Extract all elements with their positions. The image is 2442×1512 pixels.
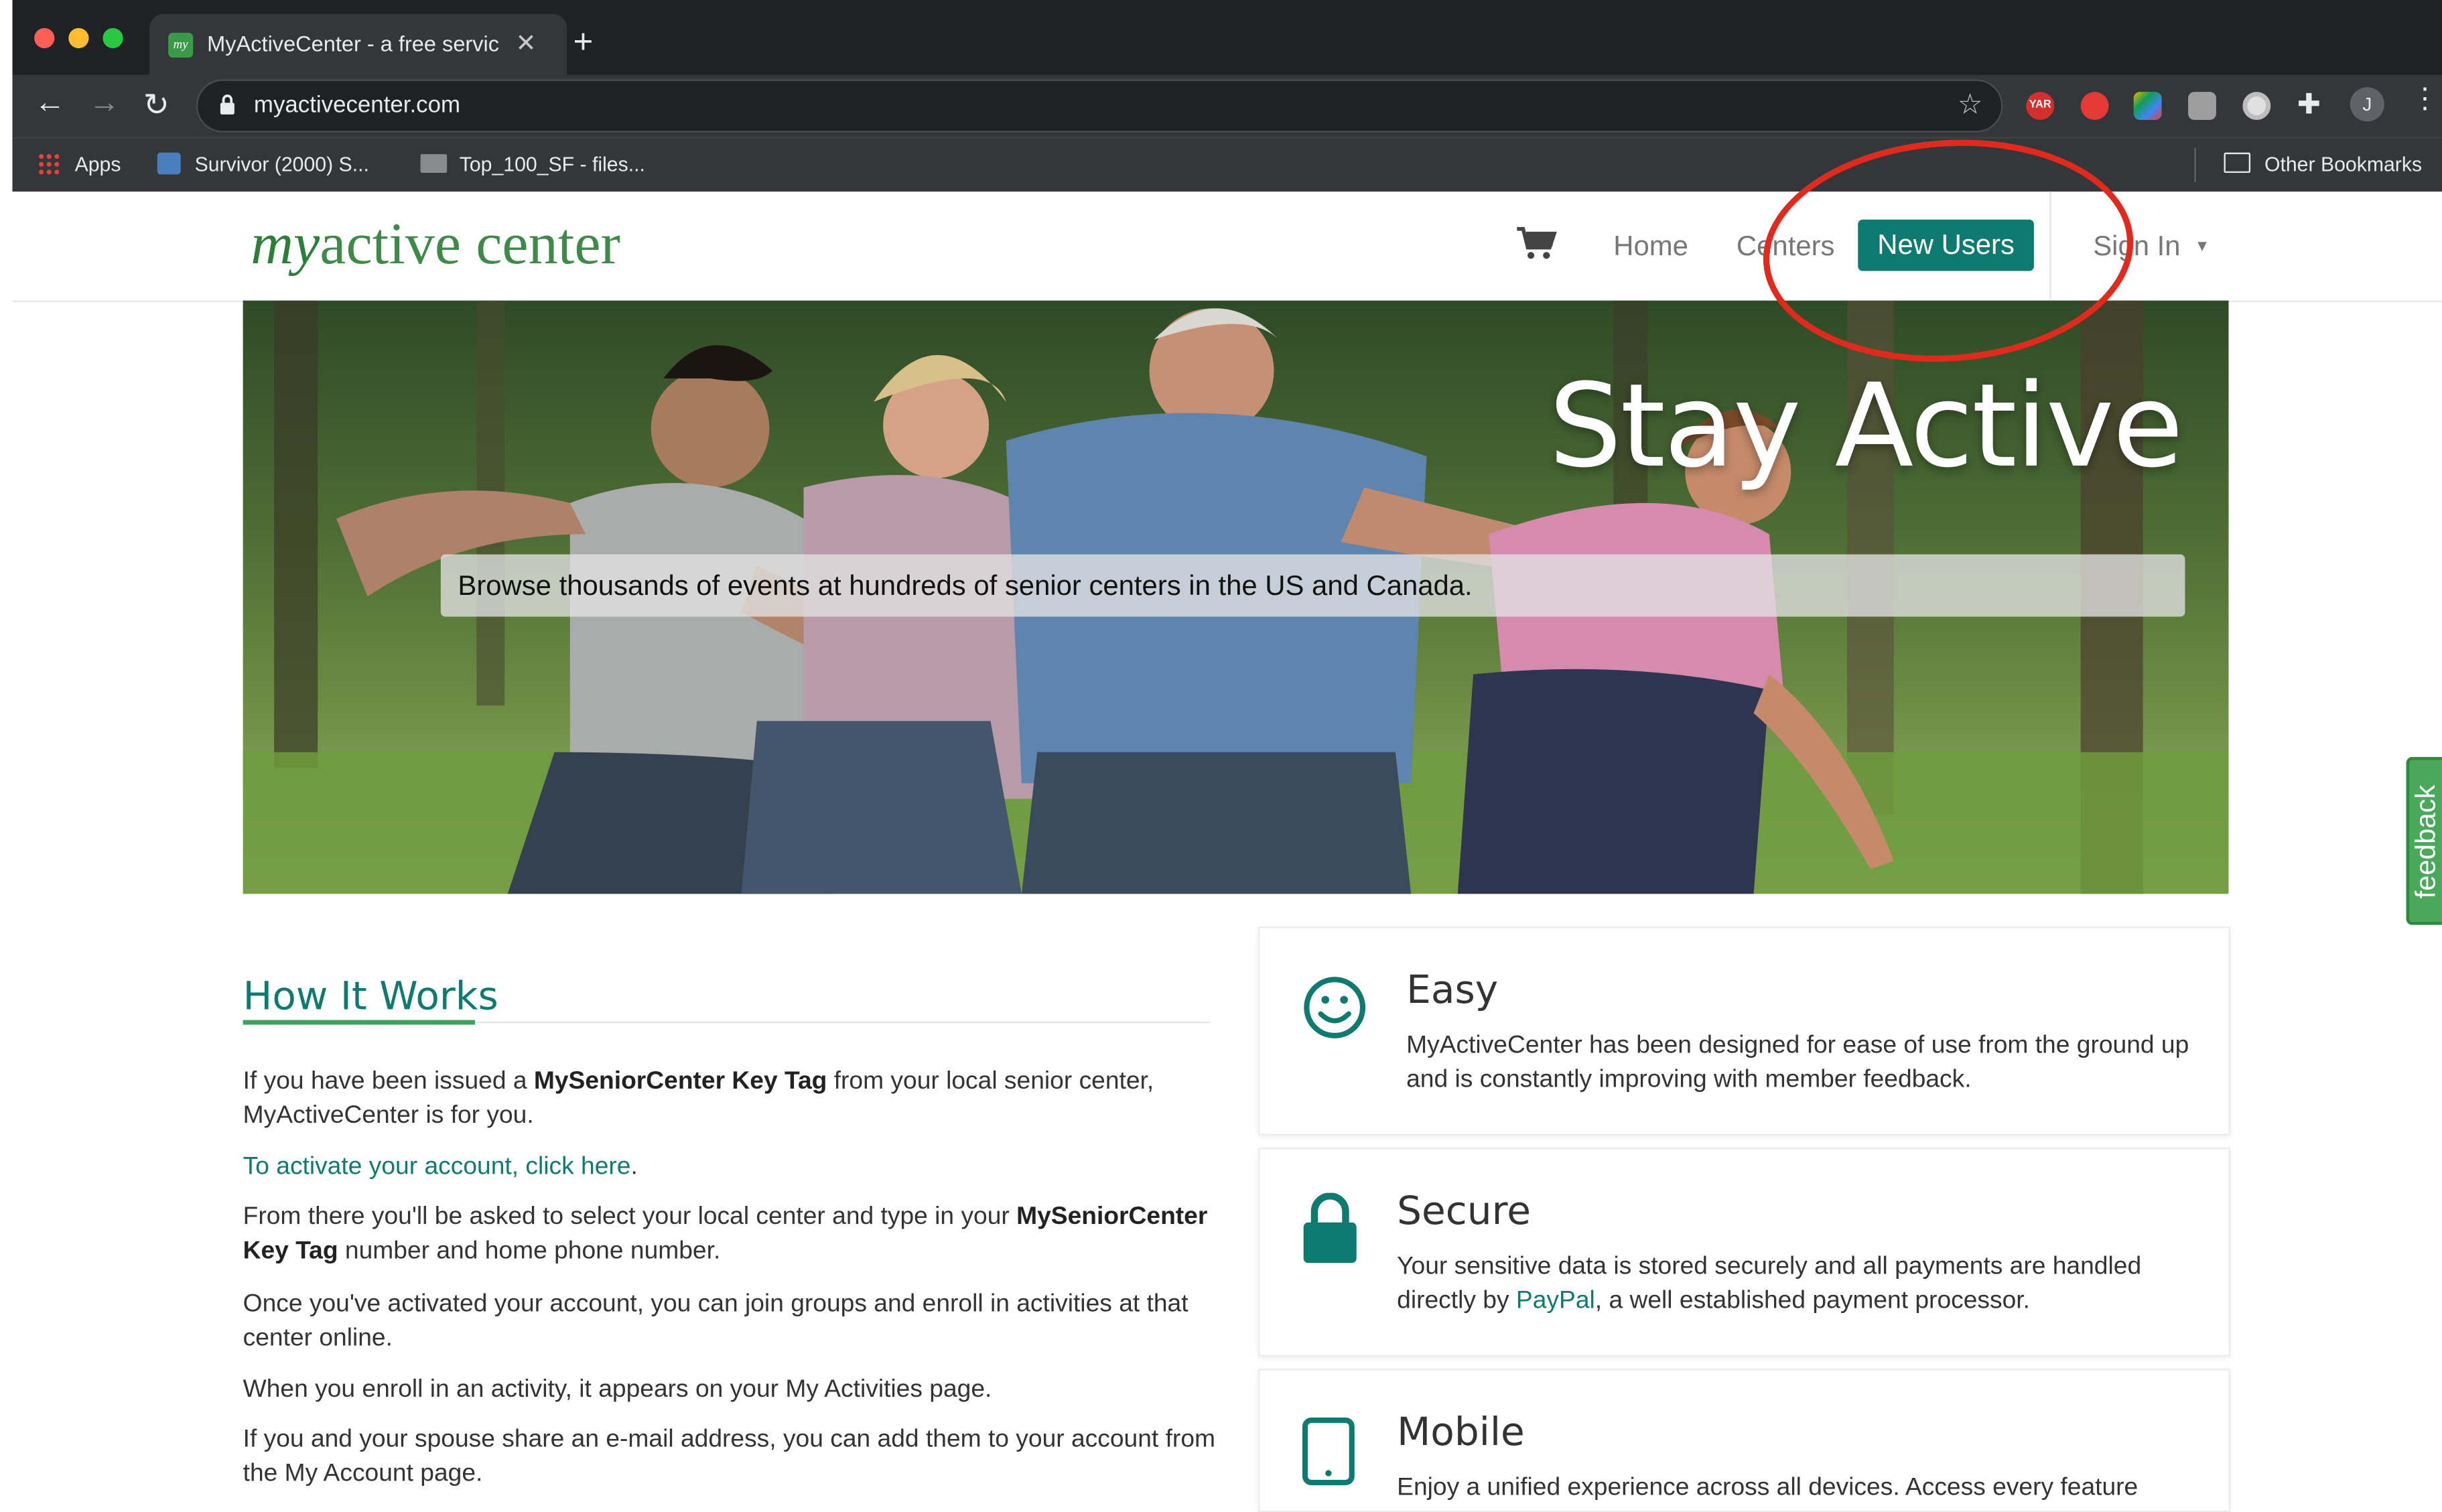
feature-title-mobile: Mobile [1397, 1409, 1525, 1455]
hero-caption: Browse thousands of events at hundreds o… [440, 554, 2185, 617]
feedback-tab[interactable]: feedback [2406, 756, 2442, 925]
caret-down-icon: ▼ [2194, 238, 2210, 256]
reload-icon[interactable]: ↻ [143, 86, 169, 125]
tab-title: MyActiveCenter - a free servic [207, 31, 500, 56]
extensions-puzzle-icon[interactable]: ✚ [2297, 89, 2325, 120]
hero-title: Stay Active [1548, 359, 2183, 494]
activities-paragraph: When you enroll in an activity, it appea… [243, 1376, 992, 1403]
feature-card-mobile: Mobile Enjoy a unified experience across… [1258, 1369, 2230, 1512]
extension-yar-icon[interactable]: YAR [2026, 92, 2055, 120]
feature-title-secure: Secure [1397, 1188, 1531, 1234]
forward-arrow-icon[interactable]: → [89, 86, 120, 121]
keytag-paragraph: From there you'll be asked to select you… [243, 1203, 1208, 1265]
feature-card-easy: Easy MyActiveCenter has been designed fo… [1258, 926, 2230, 1136]
extension-color-icon[interactable] [2133, 92, 2162, 120]
spouse-paragraph: If you and your spouse share an e-mail a… [243, 1426, 1215, 1487]
bookmark-top100[interactable]: Top_100_SF - files... [420, 153, 645, 176]
favicon-icon: my [168, 32, 194, 58]
zoom-window-icon[interactable] [103, 27, 123, 49]
kebab-menu-icon[interactable]: ⋮ [2411, 84, 2439, 113]
heading-rule [475, 1021, 1211, 1024]
survivor-favicon-icon [157, 152, 181, 175]
profile-avatar[interactable]: J [2350, 87, 2384, 122]
tab-close-icon[interactable]: ✕ [515, 28, 536, 59]
folder-outline-icon [2224, 152, 2251, 174]
paypal-link[interactable]: PayPal [1516, 1288, 1595, 1314]
extension-grey-icon[interactable] [2188, 92, 2216, 120]
back-arrow-icon[interactable]: ← [34, 86, 65, 121]
groups-paragraph: Once you've activated your account, you … [243, 1291, 1189, 1352]
activate-paragraph: To activate your account, click here. [243, 1154, 638, 1181]
close-window-icon[interactable] [34, 27, 55, 49]
smiley-icon [1304, 977, 1366, 1038]
lock-icon [220, 94, 234, 115]
folder-icon [420, 154, 448, 174]
bookmark-apps[interactable]: Apps [37, 152, 121, 176]
tablet-icon [1302, 1417, 1355, 1486]
apps-grid-icon [37, 152, 60, 175]
url-text: myactivecenter.com [253, 92, 461, 119]
minimize-window-icon[interactable] [68, 27, 89, 49]
lock-icon [1303, 1192, 1357, 1263]
screenshot-root: my MyActiveCenter - a free servic ✕ + ← … [0, 0, 2442, 1512]
bookmark-other[interactable]: Other Bookmarks [2224, 152, 2422, 176]
bookmark-survivor[interactable]: Survivor (2000) S... [157, 152, 369, 176]
tab-strip: my MyActiveCenter - a free servic ✕ + [12, 0, 2442, 75]
bookmark-star-icon[interactable]: ☆ [1958, 89, 1983, 122]
feature-text-easy: MyActiveCenter has been designed for eas… [1406, 1032, 2189, 1093]
heading-underline [243, 1020, 476, 1025]
intro-paragraph: If you have been issued a MySeniorCenter… [243, 1068, 1154, 1129]
browser-tab[interactable]: my MyActiveCenter - a free servic ✕ [149, 13, 567, 75]
feature-text-mobile: Enjoy a unified experience across all de… [1397, 1474, 2139, 1501]
extension-hand-icon[interactable] [2080, 92, 2109, 120]
browser-chrome: my MyActiveCenter - a free servic ✕ + ← … [12, 0, 2442, 194]
address-bar[interactable]: myactivecenter.com ☆ [196, 79, 2003, 133]
shopping-cart-icon[interactable] [1517, 226, 1557, 260]
browser-toolbar: ← → ↻ myactivecenter.com ☆ YAR ✚ J ⋮ [12, 74, 2442, 137]
hero-banner: Stay Active Browse thousands of events a… [243, 300, 2229, 894]
nav-home[interactable]: Home [1613, 230, 1688, 263]
feature-text-secure: Your sensitive data is stored securely a… [1397, 1253, 2142, 1314]
feature-card-secure: Secure Your sensitive data is stored sec… [1258, 1148, 2230, 1357]
feature-title-easy: Easy [1406, 967, 1499, 1012]
bookmarks-divider [2194, 147, 2196, 182]
site-logo[interactable]: myactive center [251, 210, 620, 279]
extension-circle-icon[interactable] [2242, 92, 2271, 120]
new-tab-icon[interactable]: + [573, 22, 593, 62]
activate-account-link[interactable]: To activate your account, click here [243, 1154, 631, 1181]
how-it-works-heading: How It Works [243, 973, 498, 1019]
